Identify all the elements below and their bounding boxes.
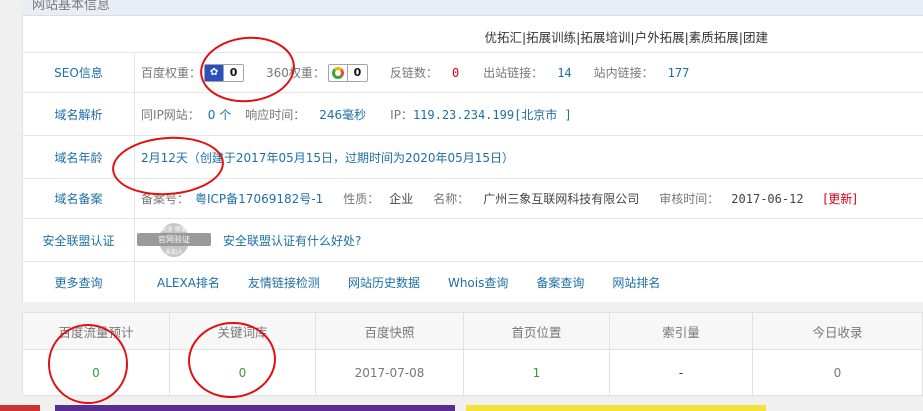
dns-label: 域名解析 <box>23 93 135 135</box>
security-benefit-link[interactable]: 安全联盟认证有什么好处? <box>223 232 361 249</box>
audit-time-label: 审核时间： <box>659 192 720 206</box>
more-queries-row: 更多查询 ALEXA排名 友情链接检测 网站历史数据 Whois查询 备案查询 … <box>23 262 923 302</box>
company-name-label: 名称： <box>433 192 470 206</box>
icp-number-value[interactable]: 粤ICP备17069182号-1 <box>195 190 323 207</box>
nature-value: 企业 <box>389 192 414 206</box>
stats-value-cell[interactable]: 0 <box>170 350 316 396</box>
icp-number-label: 备案号： <box>141 192 190 206</box>
stats-value-cell[interactable]: 0 <box>753 350 922 396</box>
site-tagline: 优拓汇|拓展训练|拓展培训|户外拓展|素质拓展|团建 <box>484 30 768 45</box>
stats-value-cell[interactable]: 2017-07-08 <box>316 350 464 396</box>
security-seal-icon[interactable]: 安全 联盟 官网验证 未加入 <box>135 223 213 257</box>
360-ring-icon <box>329 65 347 81</box>
outlinks-label: 出站链接： <box>483 66 544 80</box>
audit-time-value: 2017-06-12 <box>731 191 804 206</box>
query-link-icp[interactable]: 备案查询 <box>536 274 584 291</box>
backlinks-label: 反链数： <box>389 66 438 80</box>
w360-badge[interactable]: 0 <box>327 63 368 82</box>
w360-value: 0 <box>346 64 367 81</box>
baidu-weight-label: 百度权重： <box>141 66 202 80</box>
company-name-value: 广州三象互联网科技有限公司 <box>483 192 640 206</box>
query-link-history[interactable]: 网站历史数据 <box>348 274 420 291</box>
more-queries-label: 更多查询 <box>23 262 135 302</box>
query-link-whois[interactable]: Whois查询 <box>448 274 508 291</box>
query-link-rank[interactable]: 网站排名 <box>612 274 660 291</box>
w360-label: 360权重： <box>266 66 325 80</box>
inlinks-label: 站内链接： <box>593 66 654 80</box>
panel-title: 网站基本信息 <box>32 0 111 13</box>
stats-value-cell[interactable]: 1 <box>464 350 610 396</box>
query-link-alexa[interactable]: ALEXA排名 <box>157 274 220 291</box>
seal-bottom-text: 未加入 <box>164 249 183 256</box>
dns-row: 域名解析 同IP网站： 0 个 响应时间： 246毫秒 IP： 119.23.2… <box>23 93 923 136</box>
outlinks-value[interactable]: 14 <box>557 66 571 80</box>
seal-top-text: 安全 联盟 <box>161 226 187 233</box>
ip-label: IP： <box>390 107 413 122</box>
stats-values-row: 0 0 2017-07-08 1 - 0 <box>23 350 922 396</box>
stats-table: 百度流量预计 关键词库 百度快照 首页位置 索引量 今日收录 0 0 2017-… <box>22 312 923 396</box>
ip-value[interactable]: 119.23.234.199[北京市 ] <box>413 106 572 123</box>
stats-header-row: 百度流量预计 关键词库 百度快照 首页位置 索引量 今日收录 <box>23 313 922 350</box>
stats-header-cell: 索引量 <box>610 313 753 350</box>
stats-header-cell: 百度流量预计 <box>23 313 170 350</box>
baidu-weight-badge[interactable]: ✿ 0 <box>204 63 245 82</box>
security-row: 安全联盟认证 安全 联盟 官网验证 未加入 安全联盟认证有什么好处? <box>23 219 923 262</box>
domain-age-row: 域名年龄 2月12天（创建于2017年05月15日，过期时间为2020年05月1… <box>23 136 923 179</box>
stats-value-cell[interactable]: 0 <box>23 350 170 396</box>
query-link-friend-links[interactable]: 友情链接检测 <box>248 274 320 291</box>
same-ip-value[interactable]: 0 个 <box>208 106 231 123</box>
stats-header-cell: 今日收录 <box>812 325 863 340</box>
domain-age-label: 域名年龄 <box>23 136 135 178</box>
seo-label: SEO信息 <box>23 53 135 92</box>
seal-ribbon-text: 官网验证 <box>137 233 211 246</box>
site-info-panel: 优拓汇|拓展训练|拓展培训|户外拓展|素质拓展|团建 SEO信息 百度权重： ✿… <box>22 16 923 302</box>
response-time-value: 246毫秒 <box>319 107 367 122</box>
baidu-paw-icon: ✿ <box>205 64 224 81</box>
bottom-decor-strip <box>0 405 923 411</box>
baidu-weight-value: 0 <box>223 64 244 81</box>
update-link[interactable]: [更新] <box>824 190 857 207</box>
stats-header-cell: 首页位置 <box>464 313 610 350</box>
same-ip-label: 同IP网站： <box>141 107 200 122</box>
panel-title-bar: 网站基本信息 <box>22 0 923 16</box>
backlinks-value[interactable]: 0 <box>452 66 459 80</box>
icp-label: 域名备案 <box>23 179 135 218</box>
stats-header-cell: 关键词库 <box>170 313 316 350</box>
inlinks-value[interactable]: 177 <box>668 66 690 80</box>
tagline-row: 优拓汇|拓展训练|拓展培训|户外拓展|素质拓展|团建 <box>23 16 923 53</box>
icp-row: 域名备案 备案号： 粤ICP备17069182号-1 性质： 企业 名称： 广州… <box>23 179 923 219</box>
stats-value-cell: - <box>610 350 753 396</box>
nature-label: 性质： <box>343 192 380 206</box>
domain-age-value: 2月12天（创建于2017年05月15日，过期时间为2020年05月15日） <box>141 150 515 165</box>
seo-row: SEO信息 百度权重： ✿ 0 360权重： 0 反链数： 0 出站链接： 14… <box>23 53 923 93</box>
response-time-label: 响应时间： <box>245 107 306 122</box>
stats-header-cell: 百度快照 <box>316 313 464 350</box>
security-label: 安全联盟认证 <box>23 219 135 261</box>
